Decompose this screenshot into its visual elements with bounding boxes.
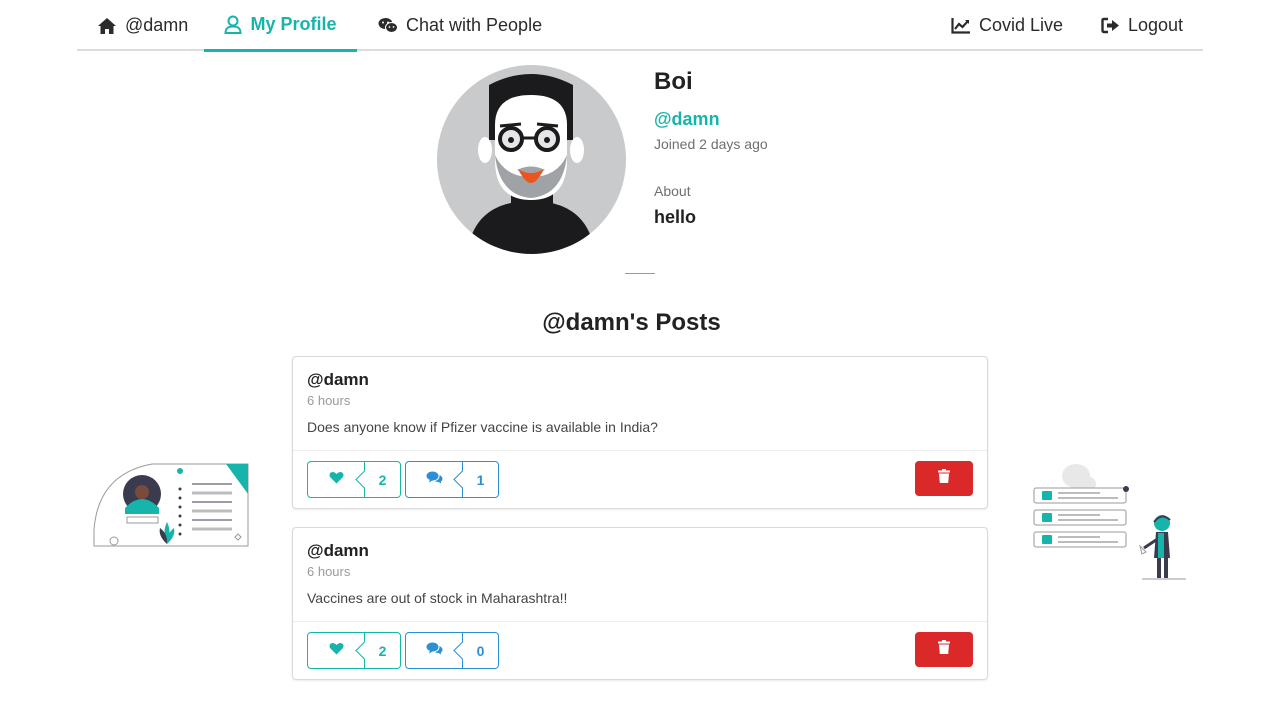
nav-my-profile[interactable]: My Profile (204, 0, 357, 52)
delete-button[interactable] (915, 632, 973, 667)
trash-icon (938, 640, 950, 659)
checklist-illustration (1030, 462, 1188, 584)
profile-joined: Joined 2 days ago (654, 136, 768, 152)
nav-logout-label: Logout (1128, 15, 1184, 35)
post-card: @damn 6 hours Does anyone know if Pfizer… (292, 356, 988, 509)
posts-title: @damn's Posts (542, 309, 721, 336)
nav-covid-live[interactable]: Covid Live (951, 0, 1063, 51)
line-chart-icon (951, 17, 971, 34)
nav-chat[interactable]: Chat with People (378, 0, 542, 51)
post-author[interactable]: @damn (307, 541, 369, 561)
user-icon (224, 15, 242, 34)
heart-icon (329, 642, 344, 660)
comments-icon (426, 642, 443, 660)
comment-button[interactable]: 1 (405, 461, 499, 498)
comment-count[interactable]: 0 (463, 632, 499, 669)
like-button[interactable]: 2 (307, 632, 401, 669)
like-button[interactable]: 2 (307, 461, 401, 498)
post-separator (293, 450, 987, 451)
post-card: @damn 6 hours Vaccines are out of stock … (292, 527, 988, 680)
wechat-icon (378, 17, 398, 34)
post-author[interactable]: @damn (307, 370, 369, 390)
delete-button[interactable] (915, 461, 973, 496)
top-navbar: @damn My Profile Chat with People Covid … (77, 0, 1203, 52)
post-text: Does anyone know if Pfizer vaccine is av… (307, 419, 658, 435)
post-separator (293, 621, 987, 622)
post-text: Vaccines are out of stock in Maharashtra… (307, 590, 568, 606)
avatar (437, 65, 626, 254)
nav-covid-label: Covid Live (979, 15, 1064, 35)
post-time[interactable]: 6 hours (307, 393, 350, 408)
nav-my-profile-label: My Profile (250, 14, 337, 34)
nav-logout[interactable]: Logout (1101, 0, 1183, 51)
comment-button[interactable]: 0 (405, 632, 499, 669)
sign-out-icon (1101, 17, 1120, 34)
profile-name: Boi (654, 68, 693, 95)
about-text: hello (654, 207, 697, 227)
nav-home-label: @damn (125, 15, 189, 35)
comment-count[interactable]: 1 (463, 461, 499, 498)
about-label: About (654, 183, 691, 199)
trash-icon (938, 469, 950, 488)
nav-chat-label: Chat with People (406, 15, 543, 35)
post-time[interactable]: 6 hours (307, 564, 350, 579)
like-count[interactable]: 2 (365, 461, 401, 498)
heart-icon (329, 471, 344, 489)
home-icon (97, 17, 117, 35)
nav-home[interactable]: @damn (97, 0, 188, 51)
profile-card-illustration (92, 460, 250, 550)
divider (625, 273, 655, 274)
like-count[interactable]: 2 (365, 632, 401, 669)
profile-handle[interactable]: @damn (654, 109, 720, 130)
comments-icon (426, 471, 443, 489)
